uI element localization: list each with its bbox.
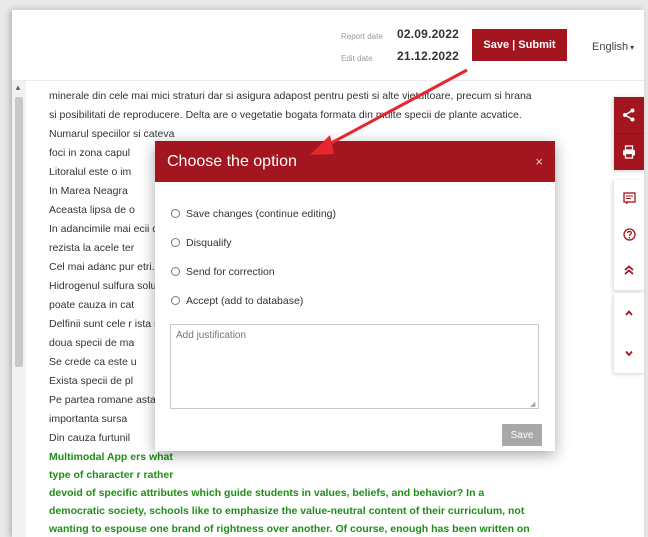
edit-date-value: 21.12.2022 — [397, 49, 460, 63]
highlighted-line: wanting to espouse one brand of rightnes… — [49, 523, 530, 535]
justification-input[interactable] — [170, 324, 539, 409]
scrollbar-thumb[interactable] — [15, 97, 23, 367]
print-button[interactable] — [614, 133, 644, 170]
scroll-to-top-button[interactable] — [614, 252, 644, 288]
highlighted-line: type of character r rather — [49, 469, 174, 481]
highlighted-line: devoid of specific attributes which guid… — [49, 487, 485, 499]
choose-option-dialog: Choose the option × Save changes (contin… — [155, 141, 555, 451]
dialog-save-button[interactable]: Save — [502, 424, 542, 446]
double-chevron-up-icon — [624, 265, 634, 275]
language-selector[interactable]: English ▾ — [592, 41, 634, 53]
report-date-label: Report date — [341, 32, 383, 41]
caret-down-icon: ▾ — [630, 43, 635, 52]
header-bar: Report date 02.09.2022 Edit date 21.12.2… — [12, 10, 644, 81]
report-date-value: 02.09.2022 — [397, 27, 460, 41]
chevron-up-icon — [625, 310, 633, 316]
vertical-scrollbar[interactable]: ▲ — [12, 81, 26, 537]
comment-icon — [622, 191, 636, 204]
document-line: si posibilitati de reproducere. Delta ar… — [49, 109, 522, 121]
radio-button[interactable] — [171, 238, 180, 247]
option-save-changes[interactable]: Save changes (continue editing) — [171, 199, 336, 228]
help-button[interactable] — [614, 216, 644, 252]
dialog-title: Choose the option — [167, 152, 297, 170]
radio-button[interactable] — [171, 209, 180, 218]
document-line: minerale din cele mai mici straturi dar … — [49, 90, 532, 102]
scroll-up-button[interactable] — [614, 293, 644, 333]
highlighted-line: democratic society, schools like to emph… — [49, 505, 525, 517]
right-toolbar-middle — [614, 180, 644, 290]
scroll-down-button[interactable] — [614, 333, 644, 373]
app-window: Report date 02.09.2022 Edit date 21.12.2… — [12, 10, 644, 537]
print-icon — [623, 145, 635, 159]
save-submit-button[interactable]: Save | Submit — [472, 29, 567, 61]
option-disqualify[interactable]: Disqualify — [171, 228, 336, 257]
option-label: Save changes (continue editing) — [186, 207, 337, 220]
language-label: English — [592, 41, 629, 53]
option-accept[interactable]: Accept (add to database) — [171, 286, 336, 315]
option-label: Accept (add to database) — [186, 294, 304, 307]
chevron-down-icon — [625, 350, 633, 357]
dialog-header: Choose the option × — [155, 141, 555, 182]
option-label: Send for correction — [186, 265, 275, 278]
radio-button[interactable] — [171, 267, 180, 276]
option-label: Disqualify — [186, 236, 232, 249]
resize-grip-icon[interactable]: ◢ — [530, 400, 535, 408]
option-list: Save changes (continue editing) Disquali… — [171, 199, 336, 315]
close-icon[interactable]: × — [535, 154, 543, 169]
help-icon — [622, 227, 636, 241]
comment-button[interactable] — [614, 180, 644, 216]
scroll-up-icon[interactable]: ▲ — [14, 83, 22, 92]
right-toolbar-bottom — [614, 293, 644, 373]
share-button[interactable] — [614, 97, 644, 133]
right-toolbar-top — [614, 97, 644, 170]
radio-button[interactable] — [171, 296, 180, 305]
option-send-for-correction[interactable]: Send for correction — [171, 257, 336, 286]
edit-date-label: Edit date — [341, 54, 373, 63]
share-icon — [623, 108, 635, 122]
